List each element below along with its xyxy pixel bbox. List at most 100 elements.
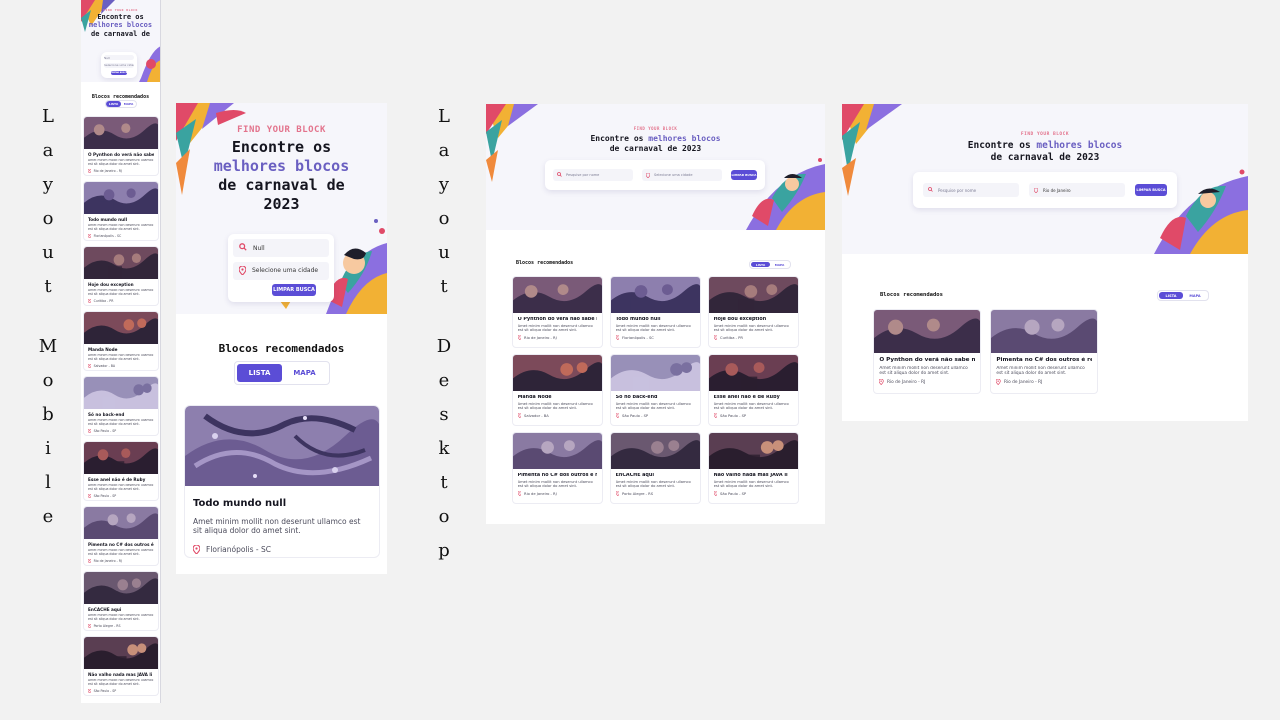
city-select[interactable]: Selecione uma cidade xyxy=(104,62,134,68)
block-card[interactable]: Manda Node Amet minim mollit non deserun… xyxy=(512,354,603,426)
block-card[interactable]: Pimenta no C# dos outros é refresco Amet… xyxy=(512,432,603,504)
block-card[interactable]: EnCACHE aqui Amet minim mollit non deser… xyxy=(610,432,701,504)
city-select[interactable]: Rio de Janeiro xyxy=(1029,183,1125,197)
label-letter: t xyxy=(44,276,52,297)
block-name: Só no back-end xyxy=(88,412,125,418)
block-card[interactable]: Pimenta no C# dos outros é refresco Amet… xyxy=(83,506,159,566)
block-photo xyxy=(709,277,798,313)
block-location: São Paulo - SP xyxy=(88,689,154,694)
clear-search-button[interactable]: LIMPAR BUSCA xyxy=(731,170,757,180)
label-letter: e xyxy=(42,506,54,527)
block-card[interactable]: O Pynthon do verá não sabe mais Amet min… xyxy=(873,309,981,394)
label-letter: k xyxy=(438,438,450,459)
label-letter: e xyxy=(438,370,450,391)
block-location: Curitiba - PR xyxy=(88,299,154,304)
mobile-search-box: Null Selecione uma cidade LIMPAR BUSCA xyxy=(101,52,137,78)
block-photo xyxy=(611,355,700,391)
map-tab[interactable]: MAPA xyxy=(282,364,327,382)
clear-search-button[interactable]: LIMPAR BUSCA xyxy=(1135,184,1167,196)
block-description: Amet minim mollit non deserunt ullamco e… xyxy=(615,401,691,411)
map-tab[interactable]: MAPA xyxy=(1183,292,1207,299)
mobile-layout-label: LayoutMobile xyxy=(36,100,60,534)
label-letter: l xyxy=(45,472,51,493)
block-card[interactable]: O Pynthon do verá não sabe mais Amet min… xyxy=(83,116,159,176)
block-location: Rio de Janeiro - RJ xyxy=(996,379,1091,386)
location-pin-icon xyxy=(646,172,650,178)
block-location: Salvador - BA xyxy=(517,413,598,419)
search-icon xyxy=(557,172,562,178)
block-location: São Paulo - SP xyxy=(88,494,154,499)
desktop-grid-preview: FIND YOUR BLOCK Encontre os melhores blo… xyxy=(486,104,825,524)
block-card[interactable]: Hoje dou exception Amet minim mollit non… xyxy=(708,276,799,348)
block-card[interactable]: Hoje dou exception Amet minim mollit non… xyxy=(83,246,159,306)
desktop-filtered-preview: FIND YOUR BLOCK Encontre os melhores blo… xyxy=(842,104,1248,421)
map-tab[interactable]: MAPA xyxy=(121,101,136,107)
clear-search-button[interactable]: LIMPAR BUSCA xyxy=(272,284,316,296)
block-card[interactable]: Esse anel não é de Ruby Amet minim molli… xyxy=(708,354,799,426)
block-location: Florianópolis - SC xyxy=(88,234,154,239)
block-photo xyxy=(991,310,1097,353)
city-select[interactable]: Selecione uma cidade xyxy=(642,169,722,181)
label-letter: y xyxy=(42,174,54,195)
block-card[interactable]: Pimenta no C# dos outros é refresco Amet… xyxy=(990,309,1098,394)
city-select[interactable]: Selecione uma cidade xyxy=(233,261,329,280)
block-location: Salvador - BA xyxy=(88,364,154,369)
list-tab[interactable]: LISTA xyxy=(106,101,121,107)
map-tab[interactable]: MAPA xyxy=(770,262,789,267)
block-description: Amet minim mollit non deserunt ullamco e… xyxy=(517,479,593,489)
block-name: Todo mundo null xyxy=(193,498,287,509)
view-toggle: LISTA MAPA xyxy=(105,100,137,108)
name-search-input[interactable]: Pesquise por nome xyxy=(553,169,633,181)
block-name: Não valho nada mas JAVA li xyxy=(713,472,788,478)
location-pin-icon xyxy=(879,379,884,386)
location-pin-icon xyxy=(88,429,92,434)
block-name: Pimenta no C# dos outros é refresco xyxy=(517,472,598,478)
name-search-input[interactable]: Pesquise por nome xyxy=(923,183,1019,197)
desktop-hero: FIND YOUR BLOCK Encontre os melhores blo… xyxy=(486,104,825,230)
clear-search-button[interactable]: LIMPAR BUSCA xyxy=(111,70,127,75)
block-card[interactable]: EnCACHE aqui Amet minim mollit non deser… xyxy=(83,571,159,631)
block-name: Pimenta no C# dos outros é refresco xyxy=(88,542,154,548)
block-description: Amet minim mollit non deserunt ullamco e… xyxy=(517,401,593,411)
hero-tag: FIND YOUR BLOCK xyxy=(1020,132,1070,137)
name-search-input[interactable]: Null xyxy=(233,239,329,257)
search-icon xyxy=(239,243,247,253)
block-location: Florianópolis - SC xyxy=(615,335,696,341)
block-card[interactable]: Só no back-end Amet minim mollit non des… xyxy=(610,354,701,426)
block-card[interactable]: Não valho nada mas JAVA li Amet minim mo… xyxy=(83,636,159,696)
hero-title: Encontre os melhores blocos de carnaval … xyxy=(213,138,350,213)
block-description: Amet minim mollit non deserunt ullamco e… xyxy=(88,549,154,556)
block-name: Manda Node xyxy=(88,347,118,353)
list-tab[interactable]: LISTA xyxy=(1159,292,1183,299)
block-name: EnCACHE aqui xyxy=(88,607,122,613)
block-name: O Pynthon do verá não sabe mais xyxy=(879,357,974,364)
block-card[interactable]: Todo mundo null Amet minim mollit non de… xyxy=(610,276,701,348)
name-search-input[interactable]: Null xyxy=(104,55,134,61)
block-card[interactable]: Todo mundo null Amet minim mollit non de… xyxy=(83,181,159,241)
block-card[interactable]: Não valho nada mas JAVA li Amet minim mo… xyxy=(708,432,799,504)
block-card[interactable]: Esse anel não é de Ruby Amet minim molli… xyxy=(83,441,159,501)
location-pin-icon xyxy=(996,379,1001,386)
block-location: Curitiba - PR xyxy=(713,335,794,341)
location-pin-icon xyxy=(88,689,92,694)
block-location: Rio de Janeiro - RJ xyxy=(517,491,598,497)
label-letter: u xyxy=(438,242,450,263)
block-photo xyxy=(84,507,158,539)
label-letter: b xyxy=(42,404,54,425)
block-photo xyxy=(84,247,158,279)
hero-tag: FIND YOUR BLOCK xyxy=(103,8,138,12)
view-toggle: LISTA MAPA xyxy=(1157,290,1209,301)
label-letter: a xyxy=(42,140,54,161)
list-tab[interactable]: LISTA xyxy=(751,262,770,267)
block-card[interactable]: O Pynthon do verá não sabe mais Amet min… xyxy=(512,276,603,348)
location-pin-icon xyxy=(517,335,522,341)
block-card[interactable]: Manda Node Amet minim mollit non deserun… xyxy=(83,311,159,371)
list-tab[interactable]: LISTA xyxy=(237,364,282,382)
hero-title: Encontre os melhores blocos de carnaval … xyxy=(590,134,721,153)
block-description: Amet minim mollit non deserunt ullamco e… xyxy=(88,679,154,686)
block-card[interactable]: Só no back-end Amet minim mollit non des… xyxy=(83,376,159,436)
label-letter: L xyxy=(42,106,54,127)
block-photo xyxy=(84,377,158,409)
block-card[interactable]: Todo mundo null Amet minim mollit non de… xyxy=(184,405,380,558)
desktop-search-box: Pesquise por nome Selecione uma cidade L… xyxy=(545,160,765,190)
